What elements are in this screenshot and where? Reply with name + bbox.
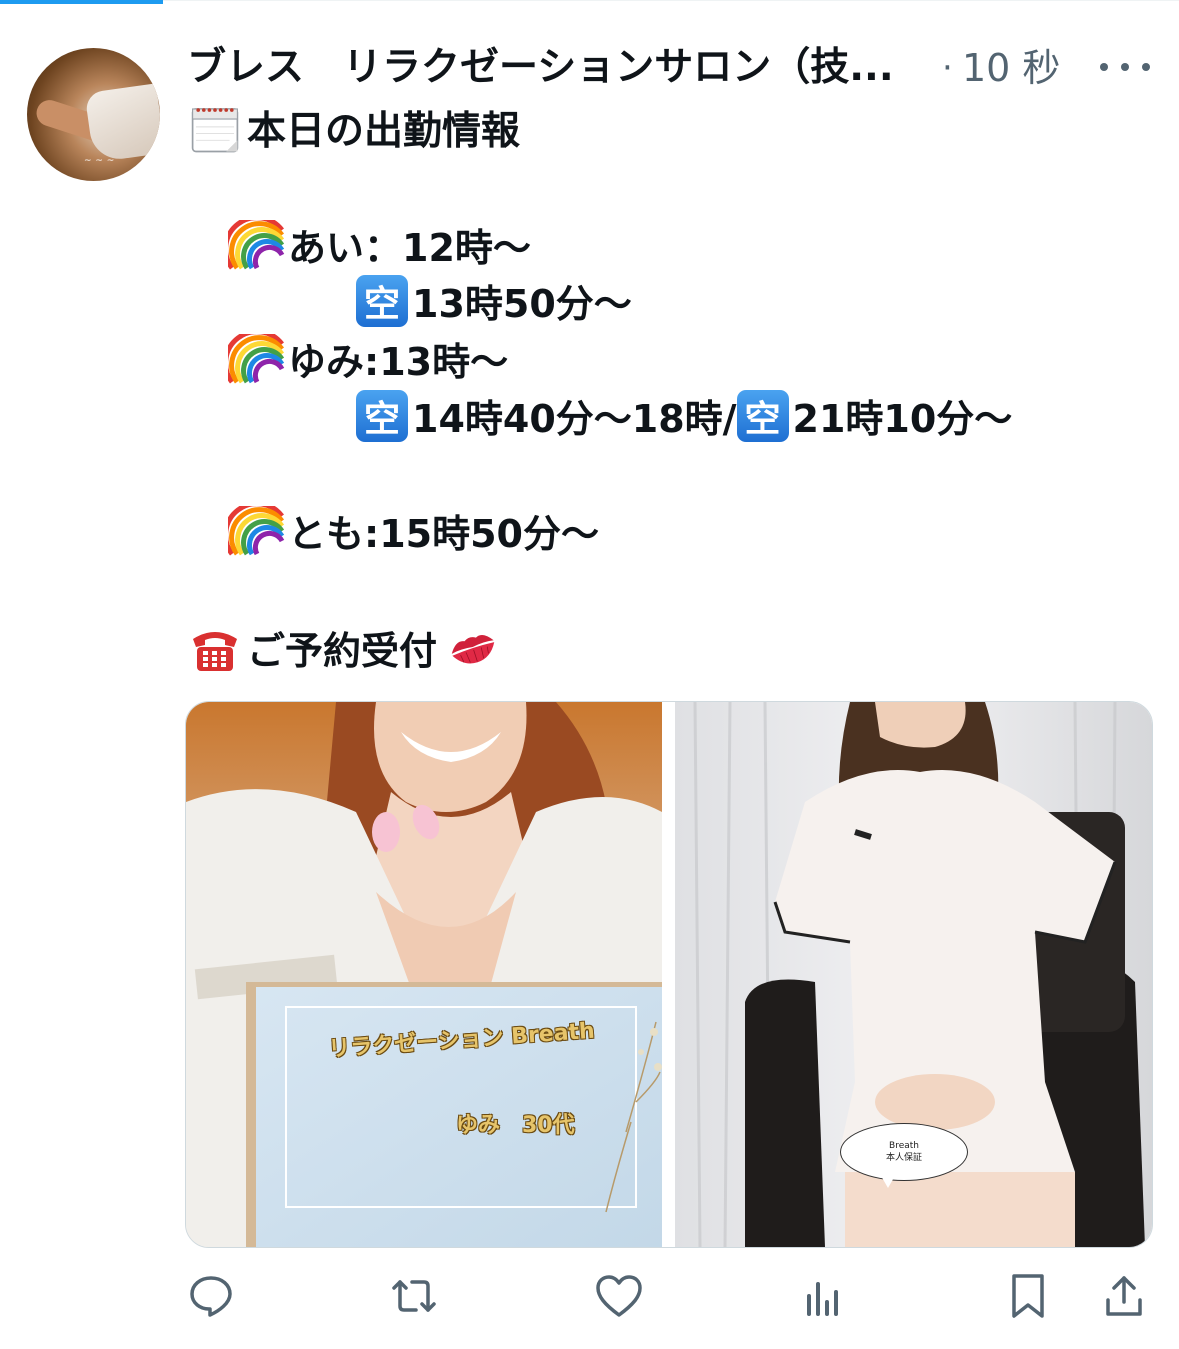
telephone-icon — [193, 631, 237, 671]
avatar[interactable]: ~ ~ ~ — [27, 48, 160, 181]
share-icon[interactable] — [1094, 1266, 1154, 1326]
bubble-line-1: Breath — [889, 1141, 919, 1151]
avatar-towel — [84, 83, 160, 163]
more-dot — [1100, 63, 1108, 71]
timestamp[interactable]: 10 秒 — [962, 42, 1060, 94]
repost-icon[interactable] — [384, 1266, 444, 1326]
reply-icon[interactable] — [181, 1266, 241, 1326]
views-icon[interactable] — [793, 1266, 853, 1326]
vacancy-icon: 空 — [356, 274, 408, 327]
schedule-line-ai-vacancy: 空 13時50分〜 — [356, 273, 632, 328]
schedule-text: 14時40分〜18時/ — [412, 397, 737, 441]
schedule-text: 21時10分〜 — [792, 397, 1013, 441]
schedule-text: とも:15時50分〜 — [288, 512, 599, 556]
vacancy-icon: 空 — [736, 389, 789, 442]
schedule-text: ゆみ:13時〜 — [288, 340, 509, 384]
schedule-text: あい：12時〜 — [288, 226, 531, 270]
photo-left-image — [186, 702, 662, 1247]
media-grid[interactable]: リラクゼーション Breath ゆみ 30代 Breath 本人保証 — [185, 701, 1153, 1248]
kiss-mark-icon — [451, 634, 495, 663]
avatar-logo: ~ ~ ~ — [84, 156, 115, 166]
rainbow-icon — [228, 219, 285, 270]
reservation-line: ご予約受付 — [187, 620, 505, 675]
schedule-text: 13時50分〜 — [412, 282, 632, 326]
speech-bubble-tail — [880, 1174, 896, 1188]
more-dot — [1121, 63, 1129, 71]
reservation-text: ご予約受付 — [247, 629, 438, 673]
header-separator: · — [942, 48, 953, 88]
tweet[interactable]: ~ ~ ~ ブレス リラクゼーションサロン（技... · 10 秒 本日の出勤情… — [0, 0, 1179, 1349]
speech-bubble: Breath 本人保証 — [840, 1123, 968, 1181]
schedule-line-tomo: とも:15時50分〜 — [228, 503, 599, 558]
more-dot — [1142, 63, 1150, 71]
post-heading: 本日の出勤情報 — [187, 100, 520, 156]
card-subtitle: ゆみ 30代 — [456, 1113, 575, 1138]
like-icon[interactable] — [589, 1266, 649, 1326]
rainbow-icon — [228, 505, 285, 556]
action-bar — [0, 1266, 1179, 1336]
schedule-line-yumi-vacancy: 空 14時40分〜18時/ 空 21時10分〜 — [356, 388, 1012, 443]
display-name[interactable]: ブレス リラクゼーションサロン（技... — [187, 42, 947, 94]
heading-text: 本日の出勤情報 — [247, 109, 521, 154]
vacancy-icon: 空 — [356, 389, 408, 442]
schedule-line-ai: あい：12時〜 — [228, 217, 531, 272]
media-photo-left[interactable]: リラクゼーション Breath ゆみ 30代 — [186, 702, 662, 1247]
rainbow-icon — [228, 333, 285, 384]
bubble-line-2: 本人保証 — [885, 1153, 922, 1163]
more-options-button[interactable] — [1100, 52, 1150, 82]
schedule-line-yumi: ゆみ:13時〜 — [228, 331, 508, 386]
calendar-icon — [191, 108, 239, 153]
bookmark-icon[interactable] — [998, 1266, 1058, 1326]
media-photo-right[interactable]: Breath 本人保証 — [675, 702, 1152, 1247]
